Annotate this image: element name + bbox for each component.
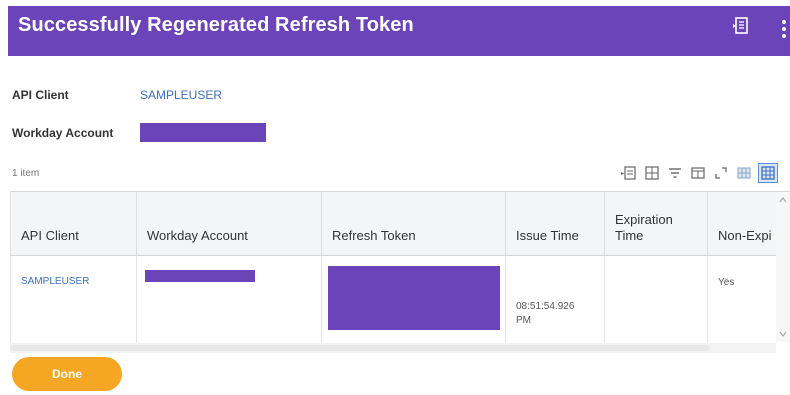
workday-account-label: Workday Account <box>12 126 114 140</box>
grid-view-icon[interactable] <box>735 164 753 182</box>
horizontal-scrollbar-thumb[interactable] <box>10 345 710 351</box>
horizontal-scrollbar[interactable] <box>10 343 776 353</box>
workday-account-redacted <box>140 123 266 142</box>
cell-api-client: SAMPLEUSER <box>11 256 137 347</box>
page-header: Successfully Regenerated Refresh Token <box>8 6 790 56</box>
fullscreen-icon[interactable] <box>712 164 730 182</box>
api-client-link[interactable]: SAMPLEUSER <box>140 88 222 102</box>
done-button[interactable]: Done <box>12 357 122 391</box>
refresh-token-table: API Client Workday Account Refresh Token… <box>10 191 790 347</box>
column-header-issue-time[interactable]: Issue Time <box>506 192 605 256</box>
export-to-excel-icon[interactable] <box>620 164 638 182</box>
column-header-api-client[interactable]: API Client <box>11 192 137 256</box>
column-header-expiration-time[interactable]: Expiration Time <box>605 192 708 256</box>
column-chooser-icon[interactable] <box>689 164 707 182</box>
grid-toolbar <box>620 162 778 184</box>
table-view-icon[interactable] <box>758 163 778 183</box>
filter-icon[interactable] <box>666 164 684 182</box>
item-count: 1 item <box>12 168 40 179</box>
non-expiring-value: Yes <box>718 277 735 288</box>
export-to-pdf-icon[interactable] <box>732 16 750 36</box>
column-header-workday-account[interactable]: Workday Account <box>137 192 322 256</box>
export-to-pdf-icon[interactable] <box>643 164 661 182</box>
vertical-scrollbar[interactable] <box>776 192 790 342</box>
refresh-token-redacted <box>328 266 500 330</box>
api-client-row-link[interactable]: SAMPLEUSER <box>21 276 89 287</box>
page-title: Successfully Regenerated Refresh Token <box>18 14 414 36</box>
cell-expiration-time <box>605 256 708 347</box>
kebab-menu-icon[interactable] <box>782 20 786 38</box>
workday-account-row-redacted <box>145 270 255 282</box>
table-row: SAMPLEUSER 08:51:54.926 PM Yes <box>11 256 790 347</box>
cell-workday-account <box>137 256 322 347</box>
table-header-row: API Client Workday Account Refresh Token… <box>11 192 790 256</box>
api-client-label: API Client <box>12 88 69 102</box>
cell-refresh-token <box>322 256 506 347</box>
column-header-refresh-token[interactable]: Refresh Token <box>322 192 506 256</box>
issue-time-value: 08:51:54.926 PM <box>516 301 575 326</box>
cell-issue-time: 08:51:54.926 PM <box>506 256 605 347</box>
